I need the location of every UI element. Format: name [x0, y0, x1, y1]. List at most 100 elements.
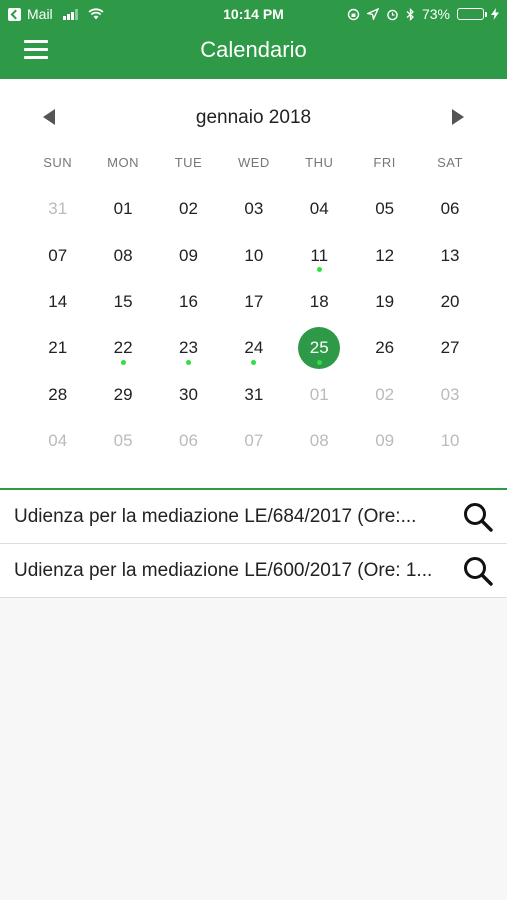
day-cell[interactable]: 04: [287, 186, 352, 232]
day-number: 19: [375, 291, 395, 311]
day-cell[interactable]: 20: [417, 279, 482, 325]
day-number: 08: [113, 245, 133, 265]
day-number: 02: [179, 199, 198, 219]
event-row[interactable]: Udienza per la mediazione LE/600/2017 (O…: [0, 544, 507, 598]
day-number: 14: [48, 291, 68, 311]
day-cell[interactable]: 10: [221, 232, 286, 278]
day-number: 04: [309, 199, 329, 219]
day-number: 07: [244, 431, 264, 451]
day-cell[interactable]: 31: [221, 372, 286, 418]
weekday-wed: WED: [237, 155, 270, 170]
day-cell[interactable]: 24: [221, 325, 286, 371]
day-number: 05: [113, 431, 133, 451]
day-cell[interactable]: 28: [25, 372, 90, 418]
day-cell[interactable]: 26: [352, 325, 417, 371]
header: Mail 10:14 PM 73% Calendario: [0, 0, 507, 79]
day-number: 05: [375, 199, 395, 219]
day-number: 01: [309, 384, 329, 404]
day-cell[interactable]: 08: [287, 418, 352, 464]
next-month-button[interactable]: [448, 107, 468, 127]
day-number: 03: [244, 199, 264, 219]
weekday-sun: SUN: [43, 155, 73, 170]
weekday-fri: FRI: [373, 155, 396, 170]
day-cell[interactable]: 01: [90, 186, 155, 232]
location-icon: [366, 8, 379, 20]
day-cell[interactable]: 18: [287, 279, 352, 325]
day-number: 06: [179, 431, 198, 451]
day-number: 15: [113, 291, 133, 311]
page-title: Calendario: [200, 37, 307, 62]
day-cell[interactable]: 31: [25, 186, 90, 232]
day-cell[interactable]: 02: [352, 372, 417, 418]
day-number: 07: [48, 245, 68, 265]
event-dot-icon: [316, 359, 322, 365]
day-cell[interactable]: 09: [156, 232, 221, 278]
day-number: 20: [440, 291, 460, 311]
day-cell[interactable]: 10: [417, 418, 482, 464]
battery-percent: 73%: [421, 6, 450, 22]
day-number: 24: [244, 338, 264, 358]
day-cell[interactable]: 08: [90, 232, 155, 278]
day-cell[interactable]: 12: [352, 232, 417, 278]
day-cell[interactable]: 04: [25, 418, 90, 464]
day-cell[interactable]: 23: [156, 325, 221, 371]
day-cell[interactable]: 02: [156, 186, 221, 232]
event-dot-icon: [316, 266, 322, 272]
day-cell[interactable]: 05: [352, 186, 417, 232]
day-cell[interactable]: 01: [287, 372, 352, 418]
day-cell[interactable]: 06: [417, 186, 482, 232]
day-number: 13: [440, 245, 460, 265]
month-navigation: gennaio 2018: [0, 101, 507, 131]
day-cell[interactable]: 11: [287, 232, 352, 278]
day-number: 25: [309, 338, 329, 358]
day-cell[interactable]: 29: [90, 372, 155, 418]
day-number: 09: [179, 245, 198, 265]
weekday-tue: TUE: [174, 155, 203, 170]
day-number: 30: [179, 384, 198, 404]
day-number: 27: [440, 338, 460, 358]
status-bar: Mail 10:14 PM 73%: [0, 0, 507, 28]
charging-icon: [491, 8, 499, 20]
day-cell[interactable]: 19: [352, 279, 417, 325]
day-cell[interactable]: 06: [156, 418, 221, 464]
day-number: 16: [179, 291, 198, 311]
day-cell[interactable]: 21: [25, 325, 90, 371]
search-icon[interactable]: [462, 555, 494, 587]
day-cell[interactable]: 09: [352, 418, 417, 464]
event-row[interactable]: Udienza per la mediazione LE/684/2017 (O…: [0, 490, 507, 544]
day-number: 10: [440, 431, 460, 451]
day-cell[interactable]: 03: [417, 372, 482, 418]
day-cell[interactable]: 17: [221, 279, 286, 325]
weekday-sat: SAT: [437, 155, 463, 170]
day-cell[interactable]: 05: [90, 418, 155, 464]
day-cell[interactable]: 07: [25, 232, 90, 278]
day-number: 23: [179, 338, 198, 358]
day-cell[interactable]: 07: [221, 418, 286, 464]
day-cell[interactable]: 13: [417, 232, 482, 278]
weekday-header: SUN MON TUE WED THU FRI SAT: [25, 155, 483, 170]
search-icon[interactable]: [462, 501, 494, 533]
day-number: 01: [113, 199, 133, 219]
day-cell[interactable]: 15: [90, 279, 155, 325]
day-cell[interactable]: 22: [90, 325, 155, 371]
day-cell[interactable]: 16: [156, 279, 221, 325]
day-number: 29: [113, 384, 133, 404]
day-cell[interactable]: 14: [25, 279, 90, 325]
day-cell-selected[interactable]: 25: [287, 325, 352, 371]
day-number: 26: [375, 338, 395, 358]
day-cell[interactable]: 03: [221, 186, 286, 232]
month-label: gennaio 2018: [195, 107, 312, 128]
day-number: 04: [48, 431, 68, 451]
day-number: 10: [244, 245, 264, 265]
day-cell[interactable]: 30: [156, 372, 221, 418]
weekday-thu: THU: [305, 155, 334, 170]
weekday-mon: MON: [107, 155, 139, 170]
event-list: Udienza per la mediazione LE/684/2017 (O…: [0, 488, 507, 598]
day-number: 08: [309, 431, 329, 451]
day-number: 31: [244, 384, 264, 404]
event-dot-icon: [251, 359, 257, 365]
day-cell[interactable]: 27: [417, 325, 482, 371]
calendar: gennaio 2018 SUN MON TUE WED THU FRI SAT 31 01 0…: [0, 79, 507, 488]
day-grid: 31 01 02 03 04 05 06 07 08 09 10 11 12 13 14 15 16 17 18 19…: [25, 186, 483, 464]
event-dot-icon: [120, 359, 126, 365]
